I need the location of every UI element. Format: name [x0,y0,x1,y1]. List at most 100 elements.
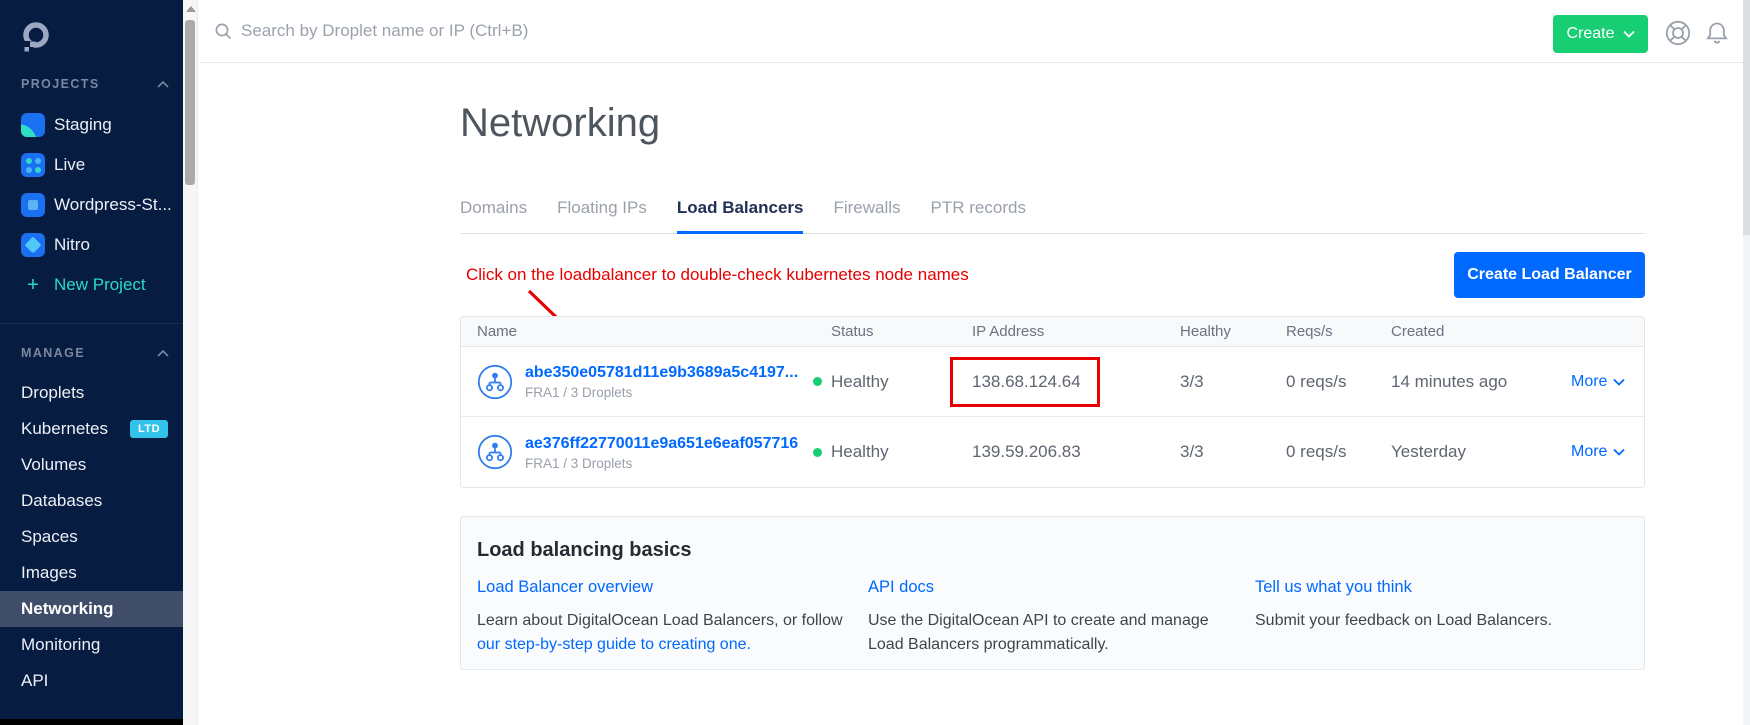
basics-text-part: Use the DigitalOcean API to create and m… [868,612,1209,653]
page-title: Networking [460,101,660,146]
chevron-down-icon [1623,30,1635,38]
basics-text: Learn about DigitalOcean Load Balancers,… [477,609,849,657]
project-live-icon [21,153,45,177]
sidebar-item-label: Monitoring [21,635,100,655]
sidebar-item-label: Images [21,563,77,583]
load-balancer-name-link[interactable]: abe350e05781d11e9b3689a5c4197... [525,363,798,382]
sidebar-item-monitoring[interactable]: Monitoring [0,627,183,663]
chevron-down-icon [1613,378,1625,386]
sidebar-item-databases[interactable]: Databases [0,483,183,519]
notifications-bell-icon[interactable] [1703,19,1731,52]
sidebar-item-images[interactable]: Images [0,555,183,591]
ip-address: 139.59.206.83 [972,442,1081,462]
scrollbar-thumb[interactable] [185,20,195,185]
basics-title: Load balancing basics [477,539,1628,562]
tab-load-balancers[interactable]: Load Balancers [677,198,804,234]
tab-domains[interactable]: Domains [460,198,527,233]
load-balancer-name-link[interactable]: ae376ff22770011e9a651e6eaf057716 [525,434,798,453]
table-header-row: Name Status IP Address Healthy Reqs/s Cr… [461,317,1644,347]
requests-per-second: 0 reqs/s [1276,372,1381,392]
load-balancing-basics-panel: Load balancing basics Load Balancer over… [460,516,1645,670]
project-label: Live [54,155,85,175]
page-scrollbar[interactable] [1743,0,1750,725]
load-balancer-location: FRA1 / 3 Droplets [525,385,798,400]
sidebar-project-live[interactable]: Live [0,145,183,185]
basics-text-part: Submit your feedback on Load Balancers. [1255,612,1552,629]
project-label: Nitro [54,235,90,255]
sidebar-scrollbar[interactable] [183,0,198,725]
sidebar-item-label: Kubernetes [21,419,108,439]
create-button[interactable]: Create [1553,15,1648,53]
sidebar-item-label: Databases [21,491,102,511]
sidebar-item-volumes[interactable]: Volumes [0,447,183,483]
load-balancer-icon [477,364,513,400]
basics-text-part: Learn about DigitalOcean Load Balancers,… [477,612,843,629]
table-row[interactable]: abe350e05781d11e9b3689a5c4197... FRA1 / … [461,347,1644,417]
load-balancer-icon [477,434,513,470]
sidebar-item-label: Droplets [21,383,84,403]
ip-annotation-box [950,357,1100,407]
load-balancer-table: Name Status IP Address Healthy Reqs/s Cr… [460,316,1645,488]
tab-firewalls[interactable]: Firewalls [833,198,900,233]
project-nitro-icon [21,233,45,257]
sidebar-project-nitro[interactable]: Nitro [0,225,183,265]
project-staging-icon [21,113,45,137]
projects-list: Staging Live Wordpress-St... Nitro + New… [0,105,183,305]
sidebar-item-spaces[interactable]: Spaces [0,519,183,555]
feedback-link[interactable]: Tell us what you think [1255,578,1412,596]
step-by-step-guide-link[interactable]: our step-by-step guide to creating one. [477,633,849,657]
project-label: Staging [54,115,112,135]
manage-section-header[interactable]: MANAGE [21,346,169,360]
networking-tabs: Domains Floating IPs Load Balancers Fire… [460,198,1645,234]
sidebar-item-networking[interactable]: Networking [0,591,183,627]
tab-floating-ips[interactable]: Floating IPs [557,198,647,233]
sidebar-item-label: Networking [21,599,114,619]
healthy-count: 3/3 [1170,442,1276,462]
more-menu-button[interactable]: More [1571,373,1646,391]
sidebar-item-kubernetes[interactable]: Kubernetes LTD [0,411,183,447]
basics-text: Use the DigitalOcean API to create and m… [868,609,1218,657]
projects-section-header[interactable]: PROJECTS [21,77,169,91]
tab-ptr-records[interactable]: PTR records [931,198,1026,233]
healthy-count: 3/3 [1170,372,1276,392]
chevron-up-icon [157,81,169,88]
scroll-up-arrow-icon[interactable] [186,6,196,12]
new-project-label: New Project [54,275,146,295]
column-header-reqs: Reqs/s [1276,323,1381,340]
search-input[interactable] [239,0,879,62]
sidebar-divider [0,323,183,324]
digitalocean-logo-icon[interactable] [19,20,53,54]
healthy-status-dot [813,448,822,457]
created-time: 14 minutes ago [1381,372,1561,392]
sidebar-item-droplets[interactable]: Droplets [0,375,183,411]
sidebar-item-label: Volumes [21,455,86,475]
table-row[interactable]: ae376ff22770011e9a651e6eaf057716 FRA1 / … [461,417,1644,487]
more-label: More [1571,373,1607,391]
chevron-up-icon [157,350,169,357]
bottom-black-strip [0,719,183,725]
help-lifebuoy-icon[interactable] [1664,19,1692,52]
create-button-label: Create [1566,25,1614,43]
ltd-badge: LTD [130,420,168,438]
sidebar-item-label: API [21,671,48,691]
requests-per-second: 0 reqs/s [1276,442,1381,462]
sidebar-project-wordpress[interactable]: Wordpress-St... [0,185,183,225]
scrollbar-thumb[interactable] [1743,0,1750,235]
load-balancer-location: FRA1 / 3 Droplets [525,456,798,471]
sidebar-project-staging[interactable]: Staging [0,105,183,145]
manage-label: MANAGE [21,346,85,360]
status-text: Healthy [831,372,889,392]
sidebar: PROJECTS Staging Live Wordpress-St... Ni… [0,0,183,719]
load-balancer-overview-link[interactable]: Load Balancer overview [477,578,653,596]
new-project-button[interactable]: + New Project [0,265,183,305]
create-load-balancer-button[interactable]: Create Load Balancer [1454,252,1645,298]
projects-label: PROJECTS [21,77,100,91]
project-label: Wordpress-St... [54,195,172,215]
more-menu-button[interactable]: More [1571,443,1646,461]
main-content: Networking Domains Floating IPs Load Bal… [199,63,1743,725]
sidebar-item-api[interactable]: API [0,663,183,699]
api-docs-link[interactable]: API docs [868,578,934,596]
chevron-down-icon [1613,448,1625,456]
more-label: More [1571,443,1607,461]
manage-list: Droplets Kubernetes LTD Volumes Database… [0,375,183,699]
